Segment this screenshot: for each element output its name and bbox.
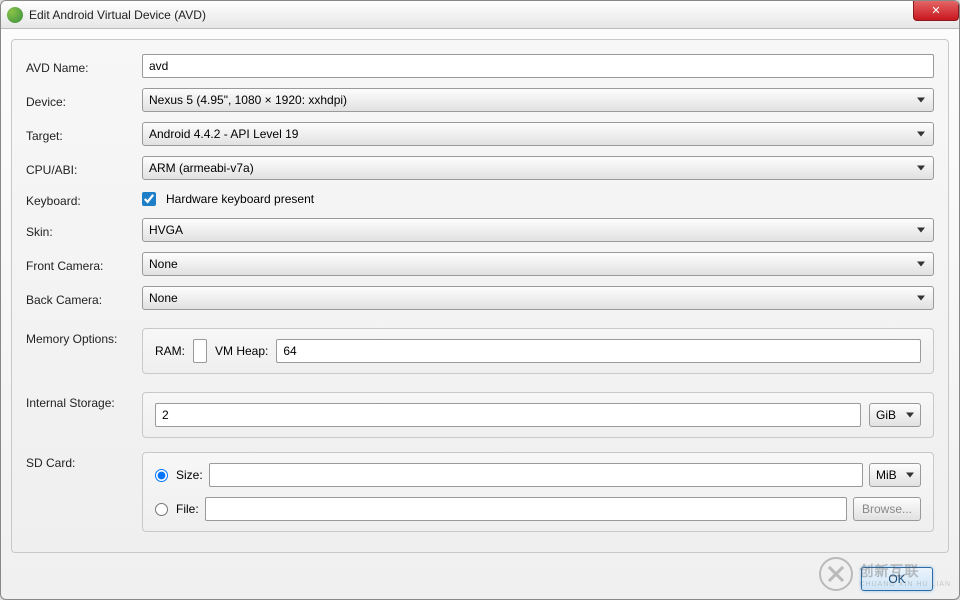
sd-size-radio[interactable] (155, 469, 168, 482)
android-icon (7, 7, 23, 23)
back-camera-select-value: None (149, 291, 178, 305)
sd-file-radio[interactable] (155, 503, 168, 516)
sd-size-label[interactable]: Size: (176, 468, 203, 482)
back-camera-select[interactable]: None (142, 286, 934, 310)
label-target: Target: (26, 125, 142, 143)
front-camera-select-value: None (149, 257, 178, 271)
internal-storage-unit-value: GiB (876, 408, 896, 422)
keyboard-checkbox-label[interactable]: Hardware keyboard present (166, 192, 314, 206)
button-bar: OK (11, 553, 949, 591)
vm-heap-label: VM Heap: (215, 344, 268, 358)
internal-storage-unit-select[interactable]: GiB (869, 403, 921, 427)
skin-select-value: HVGA (149, 223, 183, 237)
cpu-abi-select-value: ARM (armeabi-v7a) (149, 161, 254, 175)
sd-file-input (205, 497, 847, 521)
device-select[interactable]: Nexus 5 (4.95", 1080 × 1920: xxhdpi) (142, 88, 934, 112)
internal-storage-panel: GiB (142, 392, 934, 438)
skin-select[interactable]: HVGA (142, 218, 934, 242)
memory-panel: RAM: VM Heap: (142, 328, 934, 374)
vm-heap-input[interactable] (276, 339, 921, 363)
label-back-camera: Back Camera: (26, 289, 142, 307)
target-select[interactable]: Android 4.4.2 - API Level 19 (142, 122, 934, 146)
sd-size-unit-value: MiB (876, 468, 897, 482)
ram-input[interactable] (193, 339, 207, 363)
close-icon: ✕ (931, 4, 940, 17)
label-device: Device: (26, 91, 142, 109)
sd-card-panel: Size: MiB File: Browse... (142, 452, 934, 532)
device-select-value: Nexus 5 (4.95", 1080 × 1920: xxhdpi) (149, 93, 347, 107)
label-keyboard: Keyboard: (26, 190, 142, 208)
label-avd-name: AVD Name: (26, 57, 142, 75)
content: AVD Name: Device: Nexus 5 (4.95", 1080 ×… (1, 29, 959, 599)
form-panel: AVD Name: Device: Nexus 5 (4.95", 1080 ×… (11, 39, 949, 553)
label-internal-storage: Internal Storage: (26, 392, 142, 410)
sd-size-input[interactable] (209, 463, 863, 487)
browse-button: Browse... (853, 497, 921, 521)
window: Edit Android Virtual Device (AVD) ✕ AVD … (0, 0, 960, 600)
titlebar: Edit Android Virtual Device (AVD) ✕ (1, 1, 959, 29)
window-title: Edit Android Virtual Device (AVD) (29, 8, 206, 22)
front-camera-select[interactable]: None (142, 252, 934, 276)
target-select-value: Android 4.4.2 - API Level 19 (149, 127, 298, 141)
sd-size-unit-select[interactable]: MiB (869, 463, 921, 487)
ok-button[interactable]: OK (861, 567, 933, 591)
internal-storage-input[interactable] (155, 403, 861, 427)
avd-name-input[interactable] (142, 54, 934, 78)
label-cpu-abi: CPU/ABI: (26, 159, 142, 177)
cpu-abi-select[interactable]: ARM (armeabi-v7a) (142, 156, 934, 180)
label-memory-options: Memory Options: (26, 328, 142, 346)
label-sd-card: SD Card: (26, 452, 142, 470)
ram-label: RAM: (155, 344, 185, 358)
keyboard-checkbox[interactable] (142, 192, 156, 206)
label-skin: Skin: (26, 221, 142, 239)
label-front-camera: Front Camera: (26, 255, 142, 273)
sd-file-label[interactable]: File: (176, 502, 199, 516)
close-button[interactable]: ✕ (913, 1, 959, 21)
